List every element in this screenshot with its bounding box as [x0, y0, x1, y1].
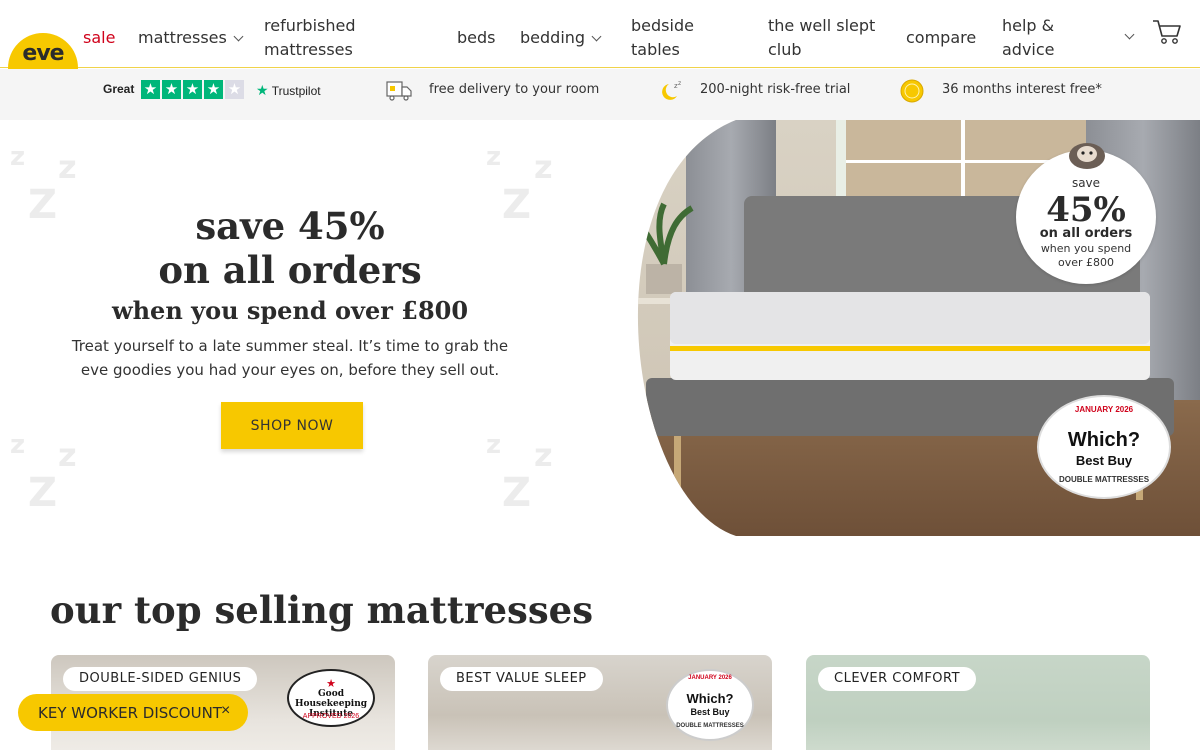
- badge-date: JANUARY 2026: [688, 675, 732, 681]
- hero-headline-line: save 45%: [195, 204, 385, 248]
- nav-label: beds: [457, 28, 496, 47]
- badge-category: DOUBLE MATTRESSES: [676, 723, 744, 729]
- product-card[interactable]: BEST VALUE SLEEP JANUARY 2026 Which? Bes…: [428, 655, 772, 750]
- nav-label: advice: [1002, 40, 1055, 59]
- badge-line: save: [1071, 176, 1101, 190]
- nav-label: mattresses: [138, 28, 227, 47]
- nav-item-well-slept-club[interactable]: the well slept club: [768, 14, 875, 62]
- nav-item-beds[interactable]: beds: [457, 26, 496, 50]
- hero-headline: save 45% on all orders: [60, 204, 520, 292]
- trustpilot-logo[interactable]: ★ Trustpilot: [256, 82, 321, 99]
- which-best-buy-badge: JANUARY 2026 Which? Best Buy DOUBLE MATT…: [666, 669, 754, 741]
- hero-subheadline: when you spend over £800: [111, 296, 469, 325]
- badge-title: Which?: [686, 691, 734, 706]
- section-title: our top selling mattresses: [50, 588, 594, 632]
- hero-body-text: Treat yourself to a late summer steal. I…: [71, 337, 509, 379]
- chevron-down-icon: [591, 31, 602, 42]
- product-tag: CLEVER COMFORT: [818, 667, 977, 691]
- delivery-truck-icon: [386, 81, 412, 101]
- nav-item-compare[interactable]: compare: [906, 26, 976, 50]
- good-housekeeping-badge: ★ Good Housekeeping Institute APPROVED 2…: [287, 669, 375, 727]
- badge-line: when you spend over £800: [1016, 242, 1156, 270]
- nav-label: bedding: [520, 28, 586, 47]
- star-icon: ★: [162, 80, 181, 99]
- logo-text: eve: [22, 41, 64, 66]
- badge-line-text: when you spend: [1040, 242, 1132, 255]
- nav-label: compare: [906, 28, 977, 47]
- badge-subtitle: Best Buy: [690, 707, 730, 717]
- chevron-down-icon: [233, 31, 244, 42]
- badge-title: Which?: [1067, 429, 1141, 451]
- trustpilot-stars[interactable]: ★ ★ ★ ★ ★: [141, 80, 244, 99]
- decorative-z-icon: Z: [502, 470, 532, 516]
- badge-date: JANUARY 2026: [1074, 405, 1134, 414]
- nav-item-sale[interactable]: sale: [83, 26, 115, 50]
- decorative-z-icon: z: [58, 148, 77, 186]
- badge-line-text: over £800: [1057, 256, 1115, 269]
- basket-icon[interactable]: [1152, 18, 1182, 46]
- key-worker-discount-button[interactable]: KEY WORKER DISCOUNT: [18, 694, 248, 731]
- svg-text:z: z: [678, 80, 681, 87]
- nav-label: sale: [83, 28, 116, 47]
- star-icon: ★: [141, 80, 160, 99]
- close-icon[interactable]: ×: [221, 702, 230, 720]
- usp-delivery-text: free delivery to your room: [429, 82, 600, 97]
- decorative-z-icon: Z: [28, 470, 58, 516]
- nav-label: tables: [631, 40, 680, 59]
- product-tag: DOUBLE-SIDED GENIUS: [63, 667, 258, 691]
- hero-headline-line: on all orders: [158, 248, 422, 292]
- trustpilot-star-icon: ★: [256, 82, 269, 98]
- badge-approved: APPROVED 2026: [302, 713, 360, 720]
- star-empty-icon: ★: [225, 80, 244, 99]
- nav-label: bedside: [631, 16, 694, 35]
- badge-category: DOUBLE MATTRESSES: [1058, 475, 1150, 484]
- decorative-z-icon: z: [10, 430, 26, 460]
- nav-label: refurbished: [264, 16, 356, 35]
- sloth-mascot-icon: [1069, 143, 1105, 169]
- nav-item-bedside-tables[interactable]: bedside tables: [631, 14, 694, 62]
- nav-item-refurbished-mattresses[interactable]: refurbished mattresses: [264, 14, 356, 62]
- badge-line: on all orders: [1039, 226, 1133, 241]
- badge-subtitle: Best Buy: [1075, 453, 1133, 468]
- coin-icon: [900, 79, 924, 103]
- decorative-z-icon: z: [58, 436, 77, 474]
- nav-item-mattresses[interactable]: mattresses: [138, 26, 244, 50]
- decorative-z-icon: Z: [28, 182, 58, 228]
- nav-label: mattresses: [264, 40, 353, 59]
- usp-finance-text: 36 months interest free*: [942, 82, 1102, 97]
- trustpilot-rating-label: Great: [103, 82, 135, 96]
- product-tag: BEST VALUE SLEEP: [440, 667, 603, 691]
- star-icon: ★: [204, 80, 223, 99]
- site-header: eve sale mattresses refurbished mattress…: [0, 0, 1200, 103]
- usp-trial-text: 200-night risk-free trial: [700, 82, 851, 97]
- decorative-z-icon: z: [486, 142, 502, 172]
- product-card[interactable]: CLEVER COMFORT: [806, 655, 1150, 750]
- decorative-z-icon: z: [534, 436, 553, 474]
- nav-item-bedding[interactable]: bedding: [520, 26, 602, 50]
- star-icon: ★: [183, 80, 202, 99]
- shop-now-button[interactable]: SHOP NOW: [221, 402, 363, 449]
- nav-label: help &: [1002, 16, 1055, 35]
- nav-label: the well slept: [768, 16, 876, 35]
- trustpilot-brand: Trustpilot: [271, 84, 321, 98]
- moon-sleep-icon: z z: [662, 80, 681, 100]
- badge-percent: 45%: [1046, 190, 1126, 230]
- decorative-z-icon: z: [534, 148, 553, 186]
- decorative-z-icon: z: [486, 430, 502, 460]
- nav-item-help-advice[interactable]: help & advice: [1002, 14, 1135, 62]
- which-best-buy-badge: JANUARY 2026 Which? Best Buy DOUBLE MATT…: [1037, 395, 1171, 499]
- nav-label: club: [768, 40, 802, 59]
- decorative-z-icon: z: [10, 142, 26, 172]
- promo-badge: save 45% on all orders when you spend ov…: [1016, 143, 1156, 284]
